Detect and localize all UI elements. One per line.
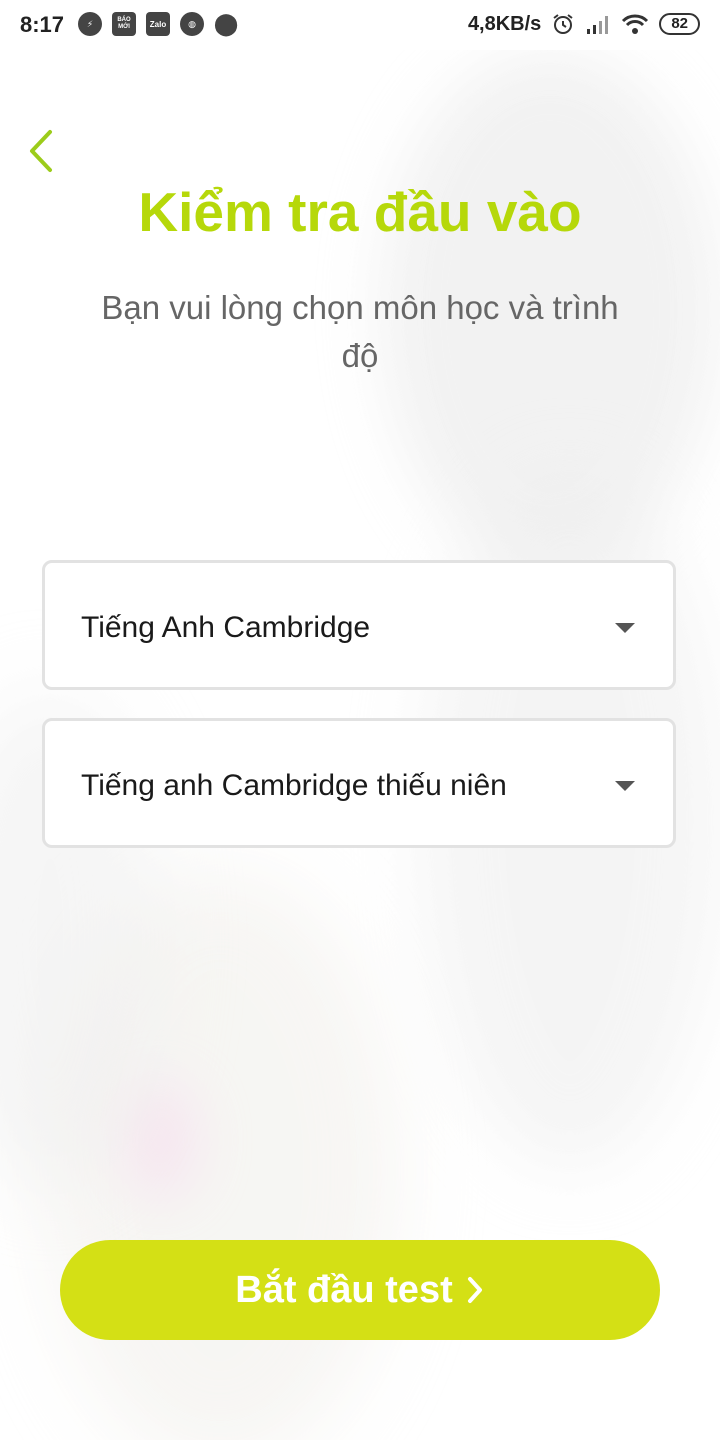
signal-icon: [587, 16, 609, 34]
globe-icon: ◍: [180, 12, 204, 36]
start-test-button[interactable]: Bắt đầu test: [60, 1240, 660, 1340]
level-select-value: Tiếng anh Cambridge thiếu niên: [81, 769, 507, 802]
system-indicators: 4,8KB/s 82: [468, 12, 700, 36]
battery-indicator: 82: [659, 13, 700, 35]
page-title: Kiểm tra đầu vào: [138, 181, 582, 243]
page-subtitle: Bạn vui lòng chọn môn học và trình độ: [101, 289, 619, 374]
back-button[interactable]: [22, 124, 62, 178]
bao-moi-icon: BÁO MỚI: [112, 12, 136, 36]
start-test-label: Bắt đầu test: [235, 1268, 453, 1311]
level-select[interactable]: Tiếng anh Cambridge thiếu niên: [42, 718, 676, 848]
dropdown-arrow-icon: [615, 781, 635, 791]
dropdown-arrow-icon: [615, 623, 635, 633]
alarm-icon: [553, 14, 573, 34]
notification-icons: ⚡ BÁO MỚI Zalo ◍ ⬤: [78, 11, 239, 36]
chevron-right-icon: [467, 1277, 482, 1303]
status-time: 8:17: [20, 12, 65, 37]
network-speed: 4,8KB/s: [467, 12, 542, 35]
location-icon: ⬤: [213, 11, 239, 36]
subject-select-value: Tiếng Anh Cambridge: [81, 611, 371, 644]
chevron-left-icon: [30, 130, 52, 172]
status-bar: 8:17 ⚡ BÁO MỚI Zalo ◍ ⬤ 4,8KB/s 82: [0, 0, 720, 50]
wifi-icon: [622, 14, 649, 34]
zalo-icon: Zalo: [146, 12, 170, 36]
subject-select[interactable]: Tiếng Anh Cambridge: [42, 560, 676, 690]
bolt-icon: ⚡: [78, 12, 102, 36]
